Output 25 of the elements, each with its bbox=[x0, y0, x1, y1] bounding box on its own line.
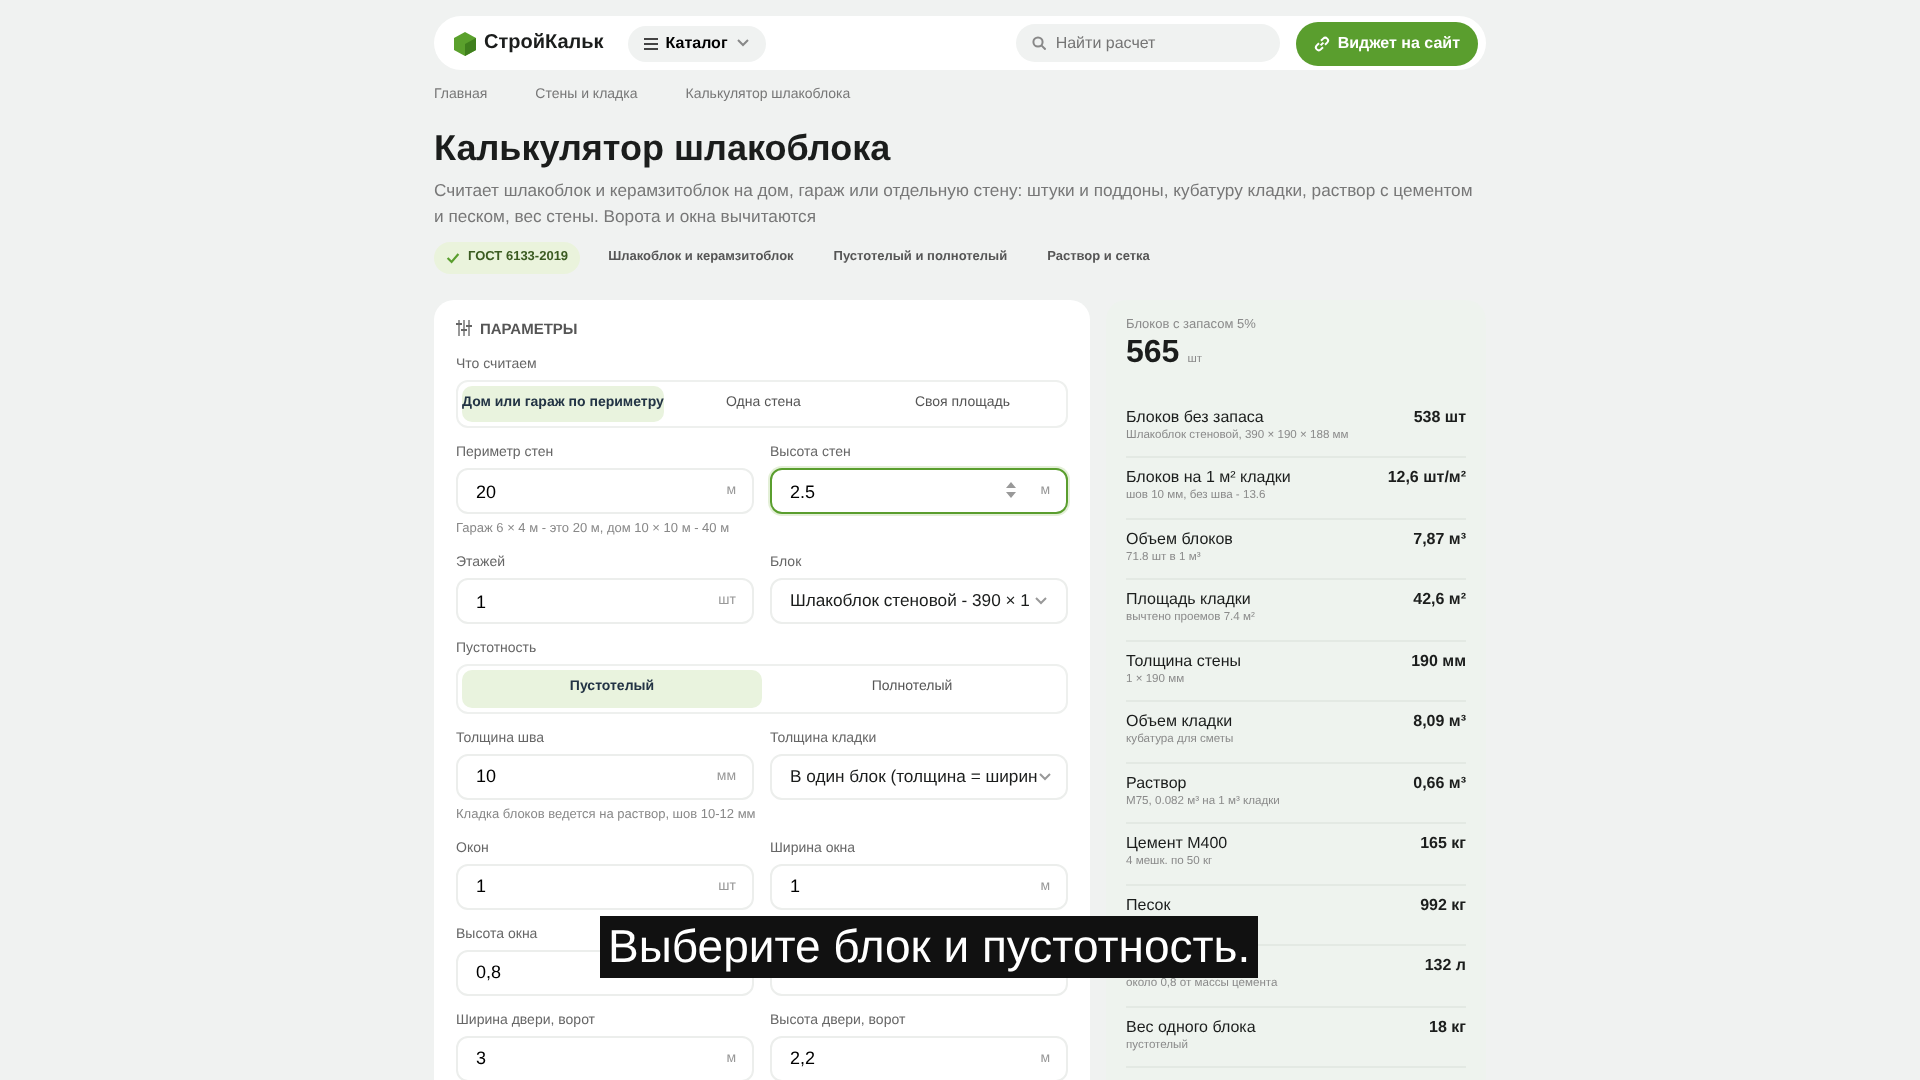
result-value: 190 мм bbox=[1411, 649, 1466, 674]
result-label: Песок bbox=[1126, 893, 1171, 916]
result-label: Объем кладки bbox=[1126, 710, 1234, 733]
result-label: Раствор bbox=[1126, 771, 1189, 794]
result-value: 18 кг bbox=[1429, 1015, 1466, 1040]
result-value: 8,09 м³ bbox=[1413, 710, 1466, 735]
result-value: 538 шт bbox=[1413, 405, 1466, 430]
result-value: 132 л bbox=[1424, 954, 1466, 979]
result-value: 992 кг bbox=[1420, 893, 1466, 918]
result-label: Цемент М400 bbox=[1126, 832, 1228, 855]
result-label: Площадь кладки bbox=[1126, 588, 1253, 611]
result-value: 165 кг bbox=[1420, 832, 1466, 857]
result-value: 7,87 м³ bbox=[1413, 527, 1466, 552]
result-value: 42,6 м² bbox=[1413, 588, 1466, 613]
page-description: Считает шлакоблок и керамзитоблок на дом, гараж или отдельную стену: штуки и поддоны, кубатуру кладки, раствор с цементом и песком, вес стены. Ворота и окна вычитаются bbox=[434, 178, 1475, 230]
result-label: Блоков на 1 м² кладки bbox=[1126, 466, 1291, 489]
subtitle-toast: Выберите блок и пустотность. bbox=[600, 916, 1259, 978]
result-label: Вес одного блока bbox=[1126, 1015, 1256, 1038]
result-value: 0,66 м³ bbox=[1413, 771, 1466, 796]
result-label: Толщина стены bbox=[1126, 649, 1242, 672]
result-label: Объем блоков bbox=[1126, 527, 1233, 550]
page-title: Калькулятор шлакоблока bbox=[434, 127, 893, 171]
result-value: 12,6 шт/м² bbox=[1387, 466, 1466, 491]
result-label: Блоков без запаса bbox=[1126, 405, 1266, 428]
total-value: 565 bbox=[1126, 334, 1180, 374]
